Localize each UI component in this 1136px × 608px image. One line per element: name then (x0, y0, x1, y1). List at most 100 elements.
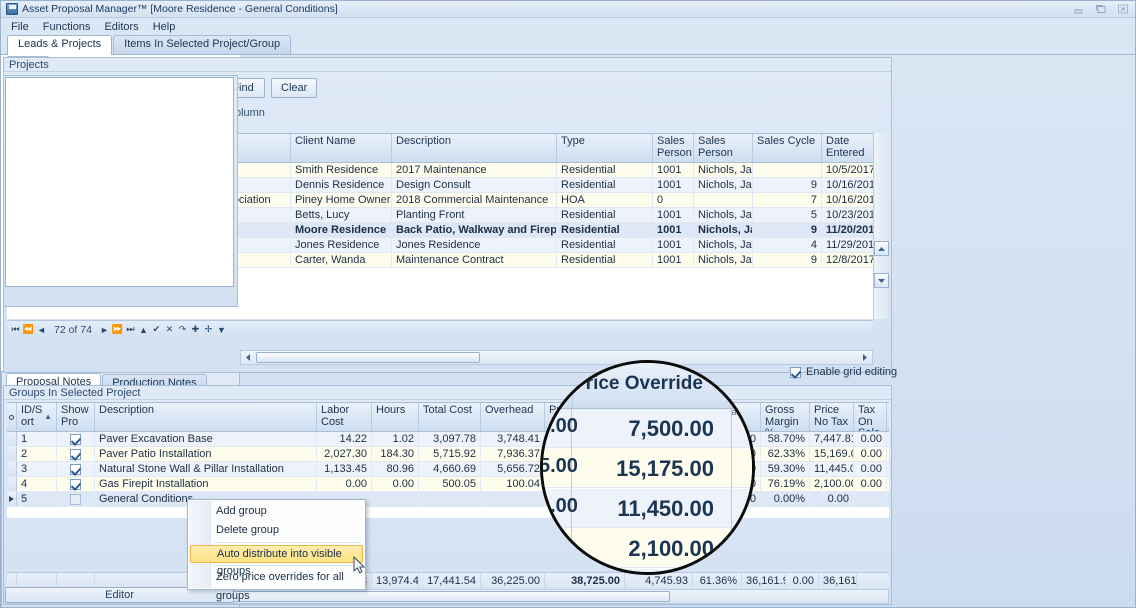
groups-column-header-2[interactable]: Description (95, 403, 317, 431)
table-cell[interactable]: Dennis Residence (291, 178, 392, 192)
table-cell[interactable]: 15,169.08 (810, 447, 854, 461)
table-cell[interactable] (887, 492, 889, 506)
table-cell[interactable]: Nichols, Jacl (694, 223, 753, 237)
scroll-left-icon[interactable] (241, 351, 255, 364)
table-cell[interactable]: 5 (17, 492, 57, 506)
table-cell[interactable]: 1001 (653, 208, 694, 222)
enable-grid-editing-row[interactable]: Enable grid editing (790, 366, 897, 378)
show-pro-checkbox[interactable] (70, 493, 81, 505)
table-cell[interactable]: 4,660.69 (419, 462, 481, 476)
table-cell[interactable]: Carter, Wanda (291, 253, 392, 267)
projects-column-header-5[interactable]: Type (557, 134, 653, 162)
table-cell[interactable]: 0.00 (854, 432, 887, 446)
next-record-icon[interactable]: ► (98, 325, 111, 335)
table-cell[interactable]: Jones Residence (392, 238, 557, 252)
table-cell[interactable] (481, 492, 545, 506)
table-cell[interactable]: Smith Residence (291, 163, 392, 177)
add-new-record-icon[interactable]: ✢ (202, 324, 215, 335)
table-cell[interactable]: 2017 Maintenance (392, 163, 557, 177)
groups-column-header-3[interactable]: Labor Cost (317, 403, 372, 431)
table-cell[interactable]: 4 (17, 477, 57, 491)
table-cell[interactable]: HOA (557, 193, 653, 207)
table-row[interactable]: 2 Paver Patio Installation 2,027.30 184.30 5… (7, 447, 889, 462)
table-cell[interactable]: 3,097.78 (419, 432, 481, 446)
table-cell[interactable] (57, 462, 95, 476)
groups-column-header-9[interactable]: Gross Margin % (761, 403, 810, 431)
minimize-icon[interactable] (1068, 3, 1089, 16)
projects-vertical-scrollbar[interactable] (873, 133, 889, 319)
table-row[interactable]: 3 Natural Stone Wall & Pillar Installatio… (7, 462, 889, 477)
table-cell[interactable]: 0.00 (854, 447, 887, 461)
table-cell[interactable]: 58.70% (761, 432, 810, 446)
table-cell[interactable]: 0.00 (810, 492, 854, 506)
table-cell[interactable]: Betts, Lucy (291, 208, 392, 222)
projects-column-header-6[interactable]: Sales Person (653, 134, 694, 162)
table-cell[interactable] (753, 163, 822, 177)
table-cell[interactable] (419, 492, 481, 506)
show-pro-checkbox[interactable] (70, 448, 81, 460)
table-cell[interactable]: Paver Excavation Base (95, 432, 317, 446)
table-cell[interactable]: 0 (653, 193, 694, 207)
menu-item-functions[interactable]: Functions (37, 20, 97, 34)
table-cell[interactable]: 1 (17, 432, 57, 446)
notes-textarea[interactable] (5, 77, 234, 287)
table-cell[interactable]: 2018 Commercial Maintenance (392, 193, 557, 207)
table-cell[interactable]: 1,133.45 (317, 462, 372, 476)
groups-column-header-1[interactable]: Show Pro (57, 403, 95, 431)
previous-page-icon[interactable]: ⏪ (22, 324, 35, 335)
next-page-icon[interactable]: ⏩ (111, 324, 124, 335)
groups-column-header-4[interactable]: Hours (372, 403, 419, 431)
table-cell[interactable]: 4 (753, 238, 822, 252)
table-cell[interactable]: 500.05 (419, 477, 481, 491)
table-cell[interactable]: Natural Stone Wall & Pillar Installation (95, 462, 317, 476)
table-cell[interactable]: 0.00 (854, 477, 887, 491)
last-record-icon[interactable]: ⏭ (124, 324, 137, 335)
maximize-icon[interactable] (1090, 3, 1111, 16)
table-cell[interactable]: 5,656.72 (481, 462, 545, 476)
table-cell[interactable] (57, 447, 95, 461)
table-cell[interactable]: 1001 (653, 253, 694, 267)
table-cell[interactable]: 7,447.81 (810, 432, 854, 446)
groups-column-header-12[interactable]: Price Calc (887, 403, 889, 431)
table-cell[interactable]: 2,100.00 (810, 477, 854, 491)
table-cell[interactable]: 76.19% (761, 477, 810, 491)
table-cell[interactable]: 100.04 (481, 477, 545, 491)
close-icon[interactable] (1112, 3, 1133, 16)
table-cell[interactable]: 5 (753, 208, 822, 222)
group-context-menu[interactable]: Add group Delete group Auto distribute i… (187, 499, 366, 602)
table-cell[interactable]: Nichols, Jacl (694, 208, 753, 222)
table-cell[interactable]: 0.00% (761, 492, 810, 506)
add-record-icon[interactable]: ✚ (189, 324, 202, 335)
table-cell[interactable]: 0.00 (317, 477, 372, 491)
table-cell[interactable]: 0.00 (372, 477, 419, 491)
table-cell[interactable] (57, 492, 95, 506)
table-cell[interactable]: Gas Firepit Installation (95, 477, 317, 491)
table-row[interactable]: 5General Conditions2,500.000.00%0.00 (7, 492, 889, 507)
table-cell[interactable]: 1001 (653, 238, 694, 252)
menu-item-editors[interactable]: Editors (98, 20, 144, 34)
row-indicator[interactable] (7, 477, 17, 491)
table-cell[interactable]: Residential (557, 253, 653, 267)
scroll-down-icon[interactable] (874, 273, 889, 288)
table-cell[interactable]: Residential (557, 238, 653, 252)
table-cell[interactable]: 11/20/2017 (822, 223, 873, 237)
groups-column-header-5[interactable]: Total Cost (419, 403, 481, 431)
groups-column-header-10[interactable]: Price No Tax (810, 403, 854, 431)
table-cell[interactable]: Design Consult (392, 178, 557, 192)
table-cell[interactable]: 10/5/2017 (822, 163, 873, 177)
show-pro-checkbox[interactable] (70, 478, 81, 490)
table-cell[interactable]: 1.02 (372, 432, 419, 446)
table-row[interactable]: 4 Gas Firepit Installation 0.00 0.00 500.05 1… (7, 477, 889, 492)
tab-leads-and-projects[interactable]: Leads & Projects (7, 35, 113, 55)
table-cell[interactable]: Residential (557, 223, 653, 237)
row-indicator[interactable] (7, 432, 17, 446)
table-cell[interactable]: Residential (557, 178, 653, 192)
undo-icon[interactable]: ↷ (176, 324, 189, 335)
detach-icon[interactable]: ▲ (137, 325, 150, 335)
table-cell[interactable]: 7 (753, 193, 822, 207)
projects-column-header-7[interactable]: Sales Person (694, 134, 753, 162)
clear-button[interactable]: Clear (271, 78, 318, 98)
table-cell[interactable]: 0.00 (854, 462, 887, 476)
tab-items-in-selected-project[interactable]: Items In Selected Project/Group (113, 35, 292, 54)
filter-icon[interactable]: ▼ (215, 325, 228, 335)
